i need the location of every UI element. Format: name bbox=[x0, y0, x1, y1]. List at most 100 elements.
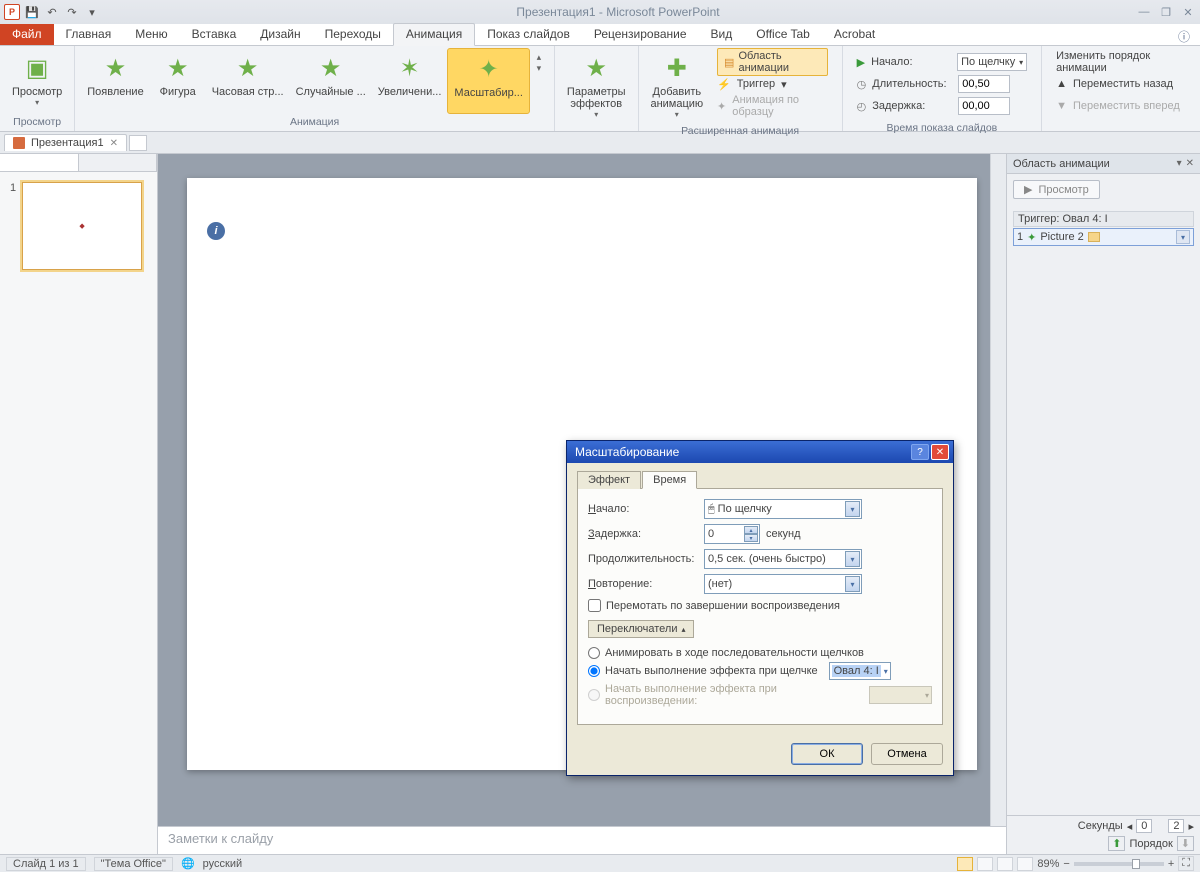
info-shape-icon[interactable]: i bbox=[207, 222, 225, 240]
restore-icon[interactable]: ❐ bbox=[1158, 5, 1174, 19]
reorder-up-icon[interactable]: ⬆ bbox=[1108, 836, 1125, 851]
tab-acrobat[interactable]: Acrobat bbox=[822, 24, 887, 45]
dialog-help-icon[interactable]: ? bbox=[911, 444, 929, 460]
dlg-start-label: Начало: bbox=[588, 503, 698, 515]
quick-access-toolbar: P 💾 ↶ ↷ ▾ bbox=[4, 4, 100, 20]
effect-options-button[interactable]: ★ Параметры эффектов ▾ bbox=[561, 48, 632, 123]
start-combo[interactable]: По щелчку▾ bbox=[957, 53, 1027, 71]
cancel-button[interactable]: Отмена bbox=[871, 743, 943, 765]
tab-home[interactable]: Главная bbox=[54, 24, 124, 45]
add-animation-button[interactable]: ✚ Добавить анимацию ▾ bbox=[645, 48, 709, 123]
radio[interactable] bbox=[588, 647, 600, 659]
tab-slideshow[interactable]: Показ слайдов bbox=[475, 24, 582, 45]
dialog-tab-effect[interactable]: Эффект bbox=[577, 471, 641, 489]
view-reading-button[interactable] bbox=[997, 857, 1013, 871]
anim-shape[interactable]: ★Фигура bbox=[150, 48, 206, 114]
delay-spinner[interactable] bbox=[958, 97, 1010, 115]
zoom-slider[interactable] bbox=[1074, 862, 1164, 866]
new-tab-button[interactable] bbox=[129, 135, 147, 151]
preview-button[interactable]: ▣ Просмотр ▾ bbox=[6, 48, 68, 114]
document-tab[interactable]: Презентация1 ✕ bbox=[4, 134, 127, 151]
tab-view[interactable]: Вид bbox=[699, 24, 745, 45]
save-icon[interactable]: 💾 bbox=[24, 4, 40, 20]
fit-to-window-icon[interactable]: ⛶ bbox=[1178, 856, 1194, 871]
reorder-title: Изменить порядок анимации bbox=[1056, 50, 1186, 74]
timeline-next-icon[interactable]: ▸ bbox=[1188, 820, 1194, 833]
spin-up-icon[interactable]: ▴ bbox=[744, 526, 758, 534]
dlg-repeat-combo[interactable]: (нет)▾ bbox=[704, 574, 862, 594]
dlg-radio-sequence[interactable]: Анимировать в ходе последовательности ще… bbox=[588, 647, 932, 659]
animation-pane-toggle[interactable]: ▤Область анимации bbox=[717, 48, 828, 76]
dlg-trigger-object-combo[interactable]: Овал 4: I▾ bbox=[829, 662, 891, 680]
tab-officetab[interactable]: Office Tab bbox=[744, 24, 822, 45]
dialog-tab-time[interactable]: Время bbox=[642, 471, 697, 489]
dlg-delay-spinner[interactable]: 0▴▾ bbox=[704, 524, 760, 544]
move-later-button[interactable]: ▼Переместить вперед bbox=[1056, 96, 1186, 116]
ok-button[interactable]: ОК bbox=[791, 743, 863, 765]
chevron-down-icon: ▾ bbox=[845, 576, 860, 592]
anim-gallery-more[interactable]: ▴▾ bbox=[530, 48, 548, 114]
tab-design[interactable]: Дизайн bbox=[248, 24, 312, 45]
dlg-rewind-checkbox[interactable]: Перемотать по завершении воспроизведения bbox=[588, 599, 932, 612]
dlg-radio-onclick[interactable]: Начать выполнение эффекта при щелчке Ова… bbox=[588, 662, 932, 680]
tab-file[interactable]: Файл bbox=[0, 24, 54, 45]
animation-list-item[interactable]: 1 ✦ Picture 2 ▾ bbox=[1013, 228, 1194, 246]
outline-tab[interactable] bbox=[79, 154, 158, 171]
tab-animation[interactable]: Анимация bbox=[393, 23, 475, 46]
dialog-title: Масштабирование bbox=[575, 445, 679, 459]
chevron-down-icon: ▾ bbox=[594, 110, 598, 119]
animation-play-button[interactable]: ▶Просмотр bbox=[1013, 180, 1100, 199]
document-tab-label: Презентация1 bbox=[31, 137, 104, 149]
dialog-titlebar[interactable]: Масштабирование ? ✕ bbox=[567, 441, 953, 463]
vertical-scrollbar[interactable] bbox=[990, 154, 1006, 826]
dlg-play-object-combo: ▾ bbox=[869, 686, 932, 704]
dlg-start-combo[interactable]: 🖱 По щелчку▾ bbox=[704, 499, 862, 519]
pane-menu-icon[interactable]: ▾ bbox=[1177, 158, 1182, 169]
close-icon[interactable]: ✕ bbox=[1180, 5, 1196, 19]
notes-pane[interactable]: Заметки к слайду bbox=[158, 826, 1006, 854]
zoom-slider-knob[interactable] bbox=[1132, 859, 1140, 869]
reorder-down-icon[interactable]: ⬇ bbox=[1177, 836, 1194, 851]
radio[interactable] bbox=[588, 665, 600, 677]
undo-icon[interactable]: ↶ bbox=[44, 4, 60, 20]
slide-canvas-area: i Масштабирование ? ✕ Эффект Время bbox=[158, 154, 1006, 854]
clock-icon: ◷ bbox=[857, 78, 867, 91]
anim-random[interactable]: ★Случайные ... bbox=[290, 48, 372, 114]
slides-tab[interactable] bbox=[0, 154, 79, 171]
painter-icon: ✦ bbox=[717, 100, 726, 113]
tab-review[interactable]: Рецензирование bbox=[582, 24, 699, 45]
duration-spinner[interactable] bbox=[958, 75, 1010, 93]
zoom-out-icon[interactable]: − bbox=[1063, 858, 1069, 870]
slide-thumbnail[interactable]: 1 ◆ bbox=[10, 182, 147, 270]
minimize-icon[interactable]: — bbox=[1136, 5, 1152, 19]
dlg-duration-combo[interactable]: 0,5 сек. (очень быстро)▾ bbox=[704, 549, 862, 569]
pane-close-icon[interactable]: ✕ bbox=[1186, 158, 1194, 169]
star-icon: ★ bbox=[315, 52, 347, 84]
dlg-triggers-toggle[interactable]: Переключатели ▴ bbox=[588, 620, 694, 638]
anim-zoom-in[interactable]: ✶Увеличени... bbox=[372, 48, 448, 114]
qat-dropdown-icon[interactable]: ▾ bbox=[84, 4, 100, 20]
anim-clock[interactable]: ★Часовая стр... bbox=[206, 48, 290, 114]
status-language[interactable]: русский bbox=[203, 858, 242, 870]
move-earlier-button[interactable]: ▲Переместить назад bbox=[1056, 74, 1186, 94]
zoom-value[interactable]: 89% bbox=[1037, 858, 1059, 870]
tab-insert[interactable]: Вставка bbox=[180, 24, 249, 45]
trigger-button[interactable]: ⚡Триггер ▾ bbox=[717, 74, 828, 94]
timeline-prev-icon[interactable]: ◂ bbox=[1127, 820, 1133, 833]
view-normal-button[interactable] bbox=[957, 857, 973, 871]
animation-painter-button[interactable]: ✦Анимация по образцу bbox=[717, 96, 828, 116]
anim-scale[interactable]: ✦Масштабир... bbox=[447, 48, 530, 114]
spin-down-icon[interactable]: ▾ bbox=[744, 534, 758, 542]
anim-appear[interactable]: ★Появление bbox=[81, 48, 149, 114]
zoom-in-icon[interactable]: + bbox=[1168, 858, 1174, 870]
view-slideshow-button[interactable] bbox=[1017, 857, 1033, 871]
tab-transitions[interactable]: Переходы bbox=[313, 24, 393, 45]
ribbon-help-icon[interactable]: ⓘ bbox=[1168, 28, 1200, 45]
tab-menu[interactable]: Меню bbox=[123, 24, 179, 45]
dialog-close-icon[interactable]: ✕ bbox=[931, 444, 949, 460]
redo-icon[interactable]: ↷ bbox=[64, 4, 80, 20]
view-sorter-button[interactable] bbox=[977, 857, 993, 871]
anim-item-dropdown[interactable]: ▾ bbox=[1176, 230, 1190, 244]
close-tab-icon[interactable]: ✕ bbox=[110, 138, 118, 149]
checkbox[interactable] bbox=[588, 599, 601, 612]
